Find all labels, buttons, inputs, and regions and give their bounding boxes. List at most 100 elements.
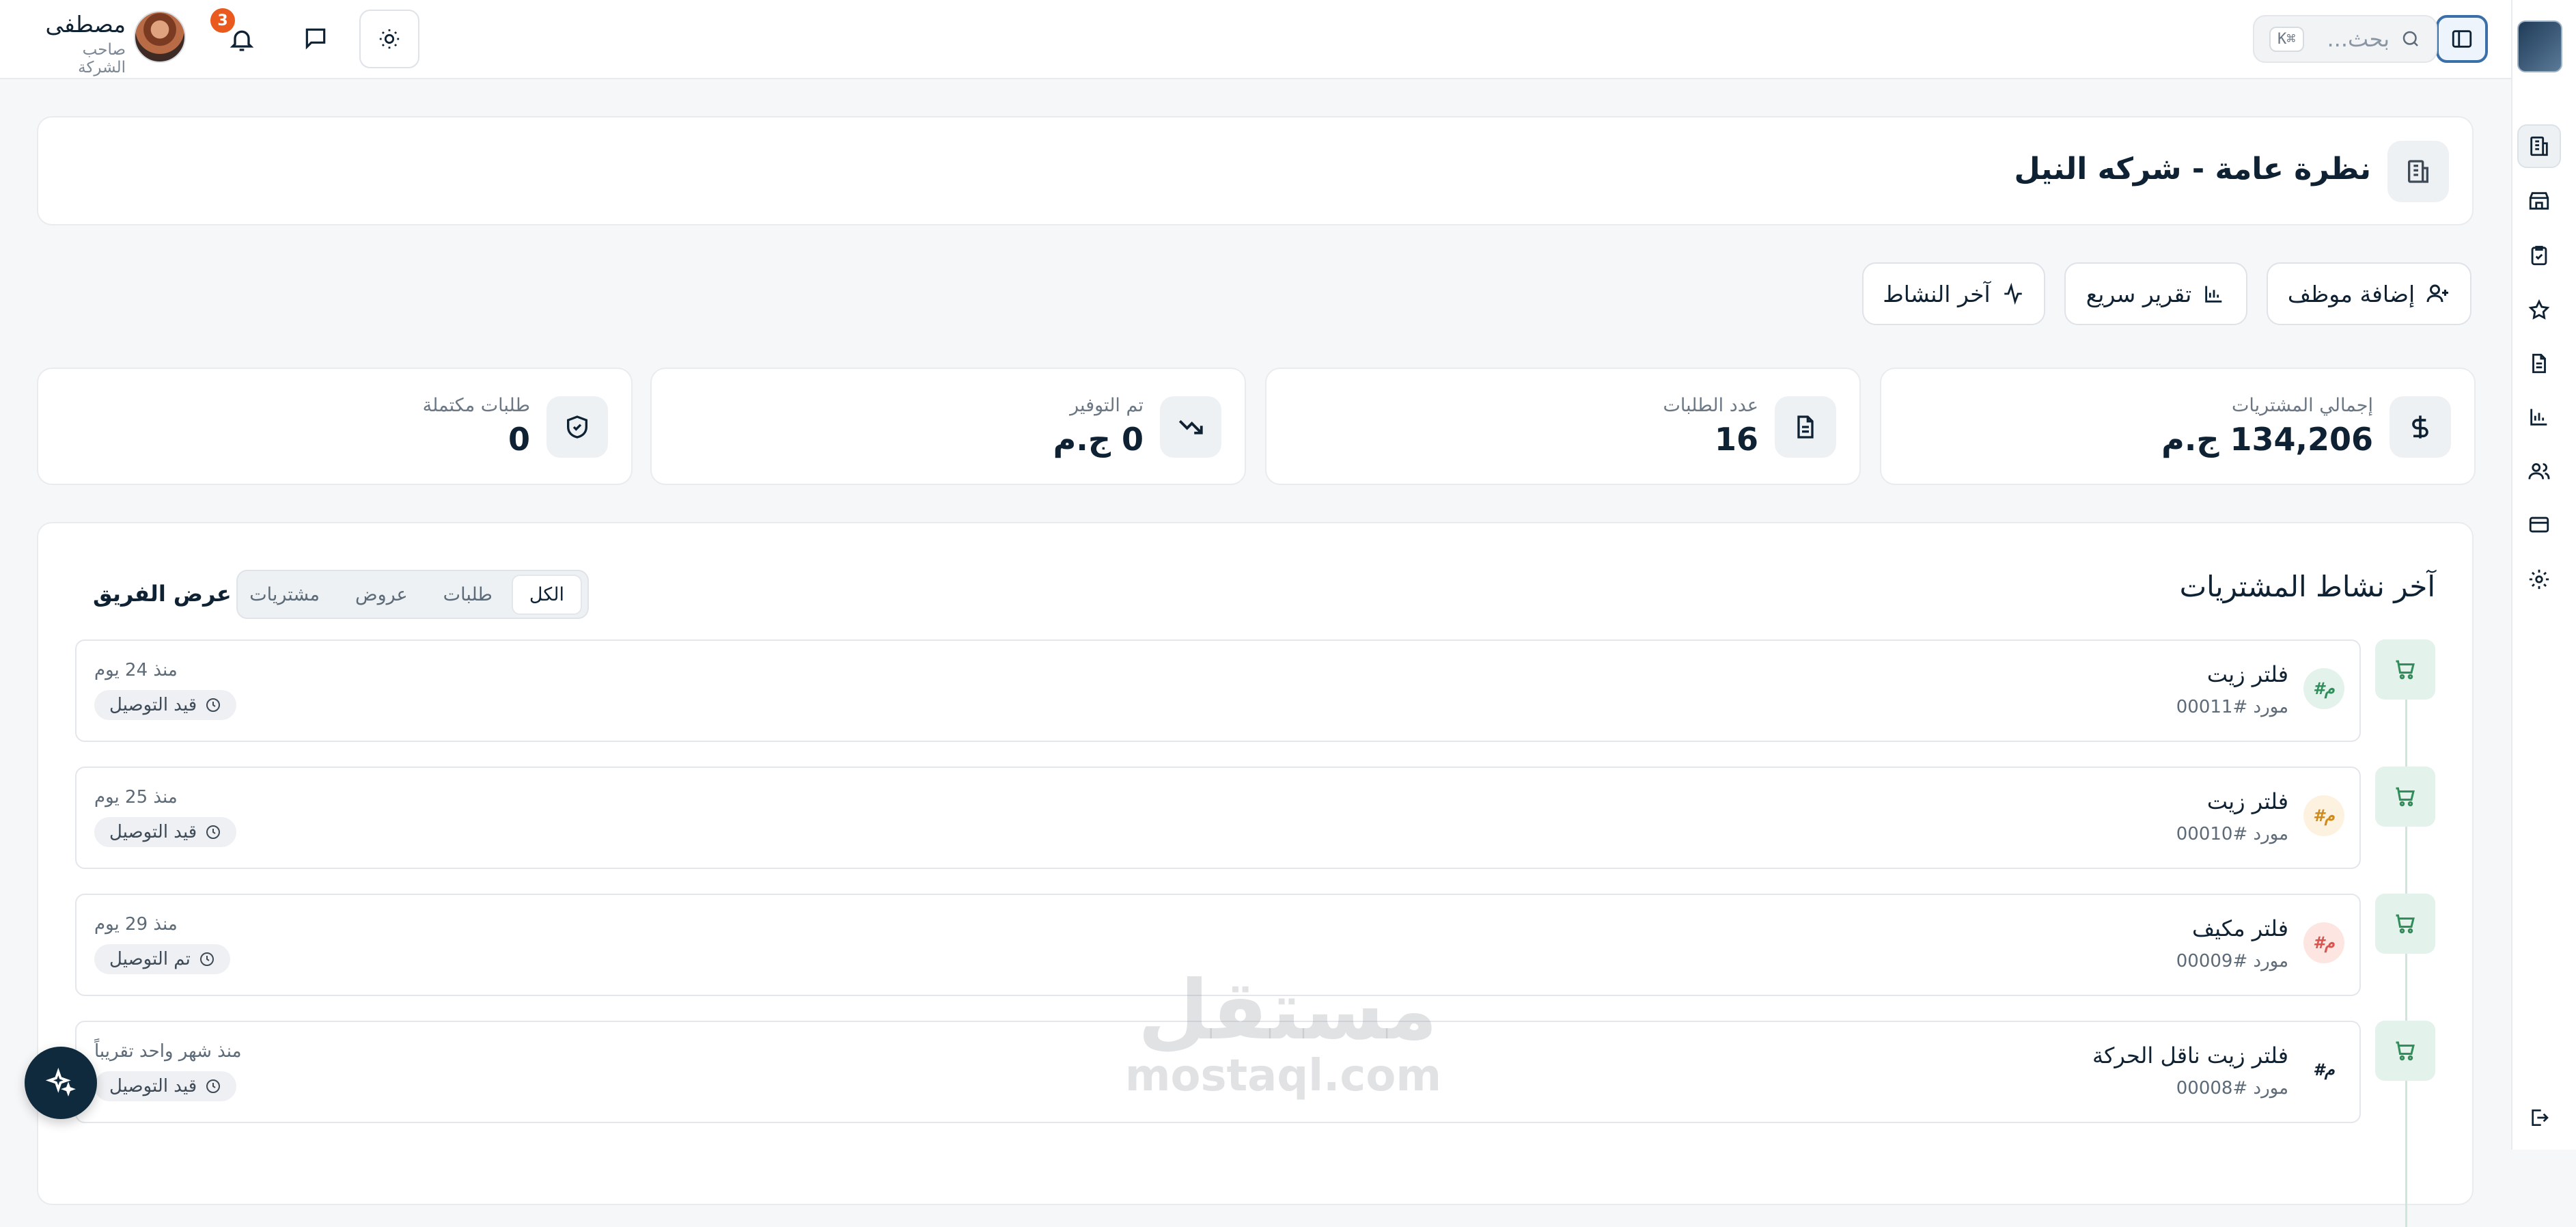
sidebar-item-payments[interactable] (2517, 503, 2561, 547)
status-text: قيد التوصيل (109, 822, 197, 842)
user-name: مصطفى (45, 11, 126, 38)
gear-icon (2529, 569, 2549, 590)
activity-filter-tabs: الكل طلبات عروض مشتريات (236, 570, 589, 619)
stat-icon-box (2390, 396, 2451, 458)
logout-button[interactable] (2517, 1096, 2561, 1140)
activity-card: آخر نشاط المشتريات عرض الفريق الكل طلبات… (37, 522, 2474, 1227)
item-time: منذ 29 يوم (94, 914, 178, 935)
shield-check-icon (567, 415, 587, 439)
status-badge: قيد التوصيل (94, 1071, 237, 1101)
supplier-badge: م# (2303, 1049, 2344, 1090)
item-title: فلتر زيت (2206, 661, 2288, 687)
item-supplier: مورد #00008 (2176, 1078, 2288, 1099)
sidebar-item-documents[interactable] (2517, 342, 2561, 385)
user-plus-icon (2426, 284, 2449, 303)
sidebar-item-tasks[interactable] (2517, 234, 2561, 277)
activity-icon (2004, 282, 2022, 305)
sidebar-item-reports[interactable] (2517, 395, 2561, 439)
page-title-icon-box (2387, 141, 2449, 202)
sidebar-item-favorites[interactable] (2517, 288, 2561, 332)
page-header-card: نظرة عامة - شركه النيل (37, 116, 2474, 225)
add-employee-label: إضافة موظف (2287, 280, 2415, 307)
sparkles-icon (46, 1068, 76, 1097)
item-title: فلتر زيت (2206, 788, 2288, 814)
latest-activity-label: آخر النشاط (1883, 280, 1991, 307)
status-text: تم التوصيل (109, 949, 191, 969)
item-time: منذ شهر واحد تقريباً (94, 1041, 242, 1062)
sidebar-item-overview[interactable] (2517, 124, 2561, 168)
stat-value: 16 (1714, 421, 1758, 458)
stat-value: 0 ج.م (1053, 421, 1144, 458)
timeline-cart-marker (2375, 894, 2435, 954)
activity-title: آخر نشاط المشتريات (2179, 570, 2435, 603)
bar-chart-icon (2205, 286, 2222, 303)
theme-toggle-button[interactable] (359, 10, 419, 68)
sidebar-rail (2511, 0, 2576, 1150)
users-icon (2528, 463, 2550, 480)
document-icon (2532, 353, 2546, 374)
document-icon (1797, 415, 1814, 439)
add-employee-button[interactable]: إضافة موظف (2267, 262, 2471, 325)
search-icon (2402, 31, 2418, 46)
supplier-badge: م# (2303, 795, 2344, 836)
item-supplier: مورد #00011 (2176, 697, 2288, 717)
list-item[interactable]: م# فلتر زيت مورد #00011 منذ 24 يوم قيد ا… (75, 639, 2361, 742)
item-time: منذ 24 يوم (94, 660, 178, 680)
messages-button[interactable] (298, 20, 333, 56)
clock-icon (206, 1079, 221, 1093)
sidebar-item-team[interactable] (2517, 450, 2561, 493)
clipboard-check-icon (2531, 245, 2547, 266)
sidebar-item-settings[interactable] (2517, 557, 2561, 601)
cart-icon (2396, 1041, 2415, 1061)
company-logo[interactable] (2517, 20, 2562, 72)
item-title: فلتر زيت ناقل الحركة (2092, 1043, 2288, 1069)
item-supplier: مورد #00010 (2176, 824, 2288, 844)
list-item[interactable]: م# فلتر زيت مورد #00010 منذ 25 يوم قيد ا… (75, 767, 2361, 869)
building-icon (2530, 136, 2548, 156)
stat-card-completed-orders: طلبات مكتملة 0 (37, 368, 633, 485)
sidebar-item-store[interactable] (2517, 179, 2561, 223)
stat-icon-box (546, 396, 608, 458)
star-icon (2528, 299, 2550, 320)
bell-icon (230, 30, 254, 51)
trending-down-icon (1178, 419, 1203, 435)
tab-requests[interactable]: طلبات (427, 576, 509, 614)
status-text: قيد التوصيل (109, 1076, 197, 1097)
quick-report-label: تقرير سريع (2086, 280, 2192, 307)
latest-activity-button[interactable]: آخر النشاط (1862, 262, 2045, 325)
tab-purchases[interactable]: مشتريات (233, 576, 336, 614)
credit-card-icon (2529, 516, 2549, 533)
stat-label: إجمالي المشتريات (2232, 395, 2373, 416)
status-text: قيد التوصيل (109, 695, 197, 715)
search-input[interactable]: بحث... ⌘K (2253, 15, 2437, 63)
tab-offers[interactable]: عروض (339, 576, 424, 614)
timeline-cart-marker (2375, 639, 2435, 700)
page-title: نظرة عامة - شركه النيل (2014, 152, 2371, 187)
view-team-link[interactable]: عرض الفريق (93, 581, 232, 607)
avatar[interactable] (134, 11, 186, 63)
timeline-cart-marker (2375, 1021, 2435, 1081)
quick-report-button[interactable]: تقرير سريع (2064, 262, 2247, 325)
clock-icon (206, 825, 221, 839)
sidebar-toggle-button[interactable] (2436, 15, 2488, 63)
top-bar: بحث... ⌘K 3 مصطفى صاحب الشركة (0, 0, 2511, 79)
stat-card-orders-count: عدد الطلبات 16 (1265, 368, 1861, 485)
user-role: صاحب الشركة (78, 41, 126, 77)
stat-label: طلبات مكتملة (422, 395, 530, 416)
ai-assistant-button[interactable] (25, 1047, 97, 1119)
sun-icon (379, 29, 400, 49)
stat-label: تم التوفير (1070, 395, 1144, 416)
search-placeholder: بحث... (2327, 26, 2390, 52)
stat-icon-box (1775, 396, 1836, 458)
item-title: فلتر مكيف (2192, 915, 2288, 941)
panel-icon (2452, 30, 2472, 48)
bar-chart-icon (2530, 409, 2547, 426)
logout-icon (2532, 1109, 2549, 1126)
stat-value: 134,206 ج.م (2161, 421, 2373, 458)
tab-all[interactable]: الكل (511, 574, 582, 615)
stat-icon-box (1160, 396, 1221, 458)
status-badge: تم التوصيل (94, 944, 230, 974)
clock-icon (206, 698, 221, 712)
cart-icon (2396, 914, 2415, 934)
timeline-line (2405, 680, 2407, 1227)
